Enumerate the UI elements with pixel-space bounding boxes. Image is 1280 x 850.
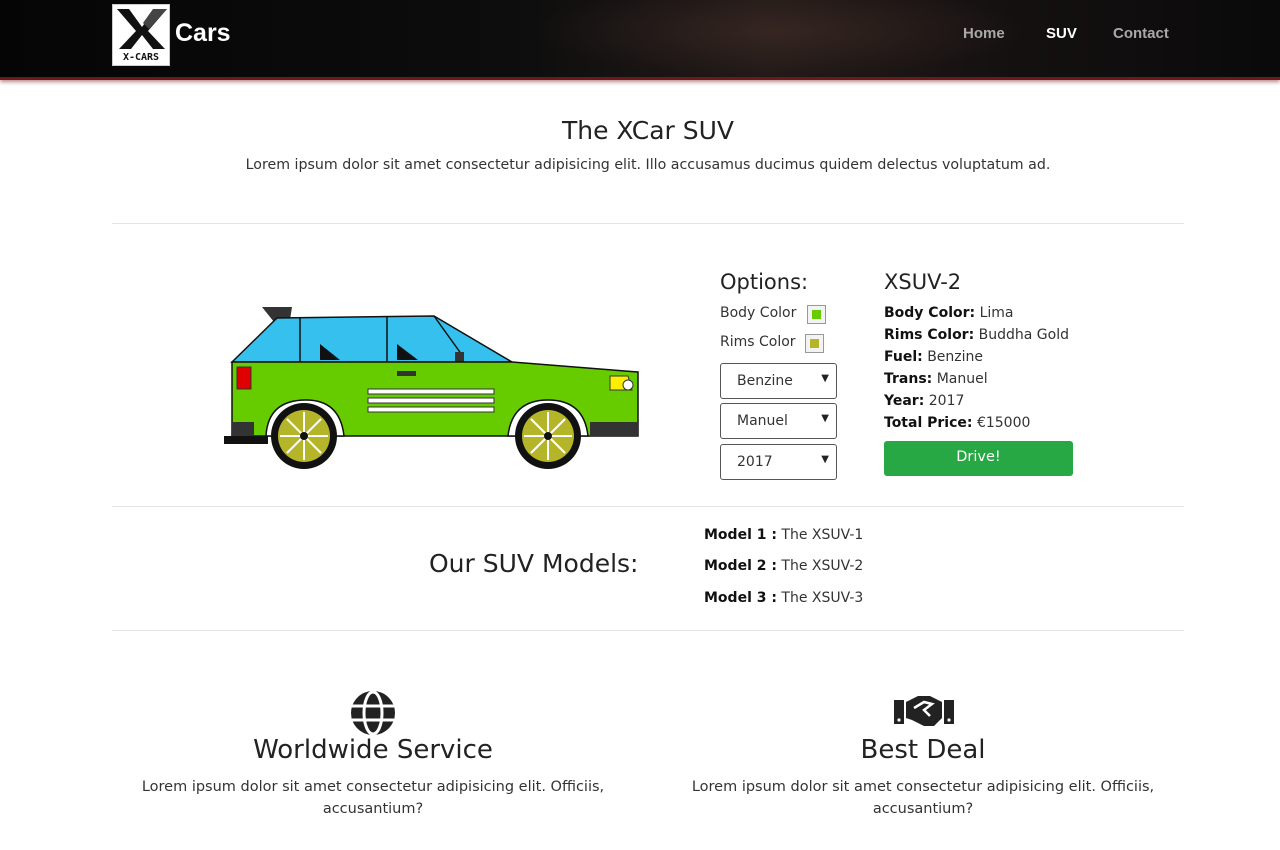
nav-link-contact[interactable]: Contact: [1113, 25, 1169, 42]
brand-name[interactable]: Cars: [175, 19, 231, 48]
body-color-label: Body Color: [720, 305, 797, 321]
fuel-select-value: Benzine: [737, 373, 793, 389]
body-color-swatch: [812, 310, 821, 319]
logo[interactable]: X-CARS: [112, 4, 170, 66]
spec-total-price: Total Price: €15000: [884, 415, 1031, 431]
rims-color-label: Rims Color: [720, 334, 796, 350]
globe-icon: [351, 690, 395, 736]
transmission-select-value: Manuel: [737, 413, 788, 429]
logo-caption: X-CARS: [122, 52, 160, 63]
model-item[interactable]: Model 3 : The XSUV-3: [704, 590, 863, 606]
front-wheel: [515, 403, 581, 469]
spec-year: Year: 2017: [884, 393, 965, 409]
spec-rims-color: Rims Color: Buddha Gold: [884, 327, 1069, 343]
chevron-down-icon: ▼: [821, 373, 829, 384]
x-logo-icon: [117, 9, 167, 49]
fuel-select[interactable]: Benzine ▼: [720, 363, 837, 399]
feature-title-best-deal: Best Deal: [860, 735, 986, 765]
car-windows: [230, 315, 515, 363]
model-item[interactable]: Model 1 : The XSUV-1: [704, 527, 863, 543]
feature-text-worldwide: Lorem ipsum dolor sit amet consectetur a…: [141, 779, 605, 817]
rims-color-picker[interactable]: [805, 334, 824, 353]
spec-fuel: Fuel: Benzine: [884, 349, 984, 365]
year-select-value: 2017: [737, 454, 773, 470]
chevron-down-icon: ▼: [821, 454, 829, 465]
divider: [112, 506, 1184, 507]
year-select[interactable]: 2017 ▼: [720, 444, 837, 480]
model-item[interactable]: Model 2 : The XSUV-2: [704, 558, 863, 574]
feature-text-best-deal: Lorem ipsum dolor sit amet consectetur a…: [691, 779, 1155, 817]
options-title: Options:: [720, 270, 809, 294]
page-intro: Lorem ipsum dolor sit amet consectetur a…: [245, 157, 1051, 173]
transmission-select[interactable]: Manuel ▼: [720, 403, 837, 439]
handshake-icon: [894, 696, 954, 726]
body-color-picker[interactable]: [807, 305, 826, 324]
nav-link-home[interactable]: Home: [963, 25, 1005, 42]
page-title: The XCar SUV: [561, 116, 735, 145]
nav-link-suv[interactable]: SUV: [1046, 25, 1077, 42]
drive-button[interactable]: Drive!: [884, 441, 1073, 476]
spec-body-color: Body Color: Lima: [884, 305, 1014, 321]
spec-trans: Trans: Manuel: [884, 371, 988, 387]
divider: [112, 223, 1184, 224]
model-name: XSUV-2: [884, 270, 962, 294]
car-illustration: [222, 300, 642, 475]
navbar: X-CARS Cars Home SUV Contact: [0, 0, 1280, 80]
feature-title-worldwide: Worldwide Service: [253, 735, 493, 765]
models-title: Our SUV Models:: [429, 549, 639, 578]
rear-wheel: [271, 403, 337, 469]
divider: [112, 630, 1184, 631]
rims-color-swatch: [810, 339, 819, 348]
chevron-down-icon: ▼: [821, 413, 829, 424]
